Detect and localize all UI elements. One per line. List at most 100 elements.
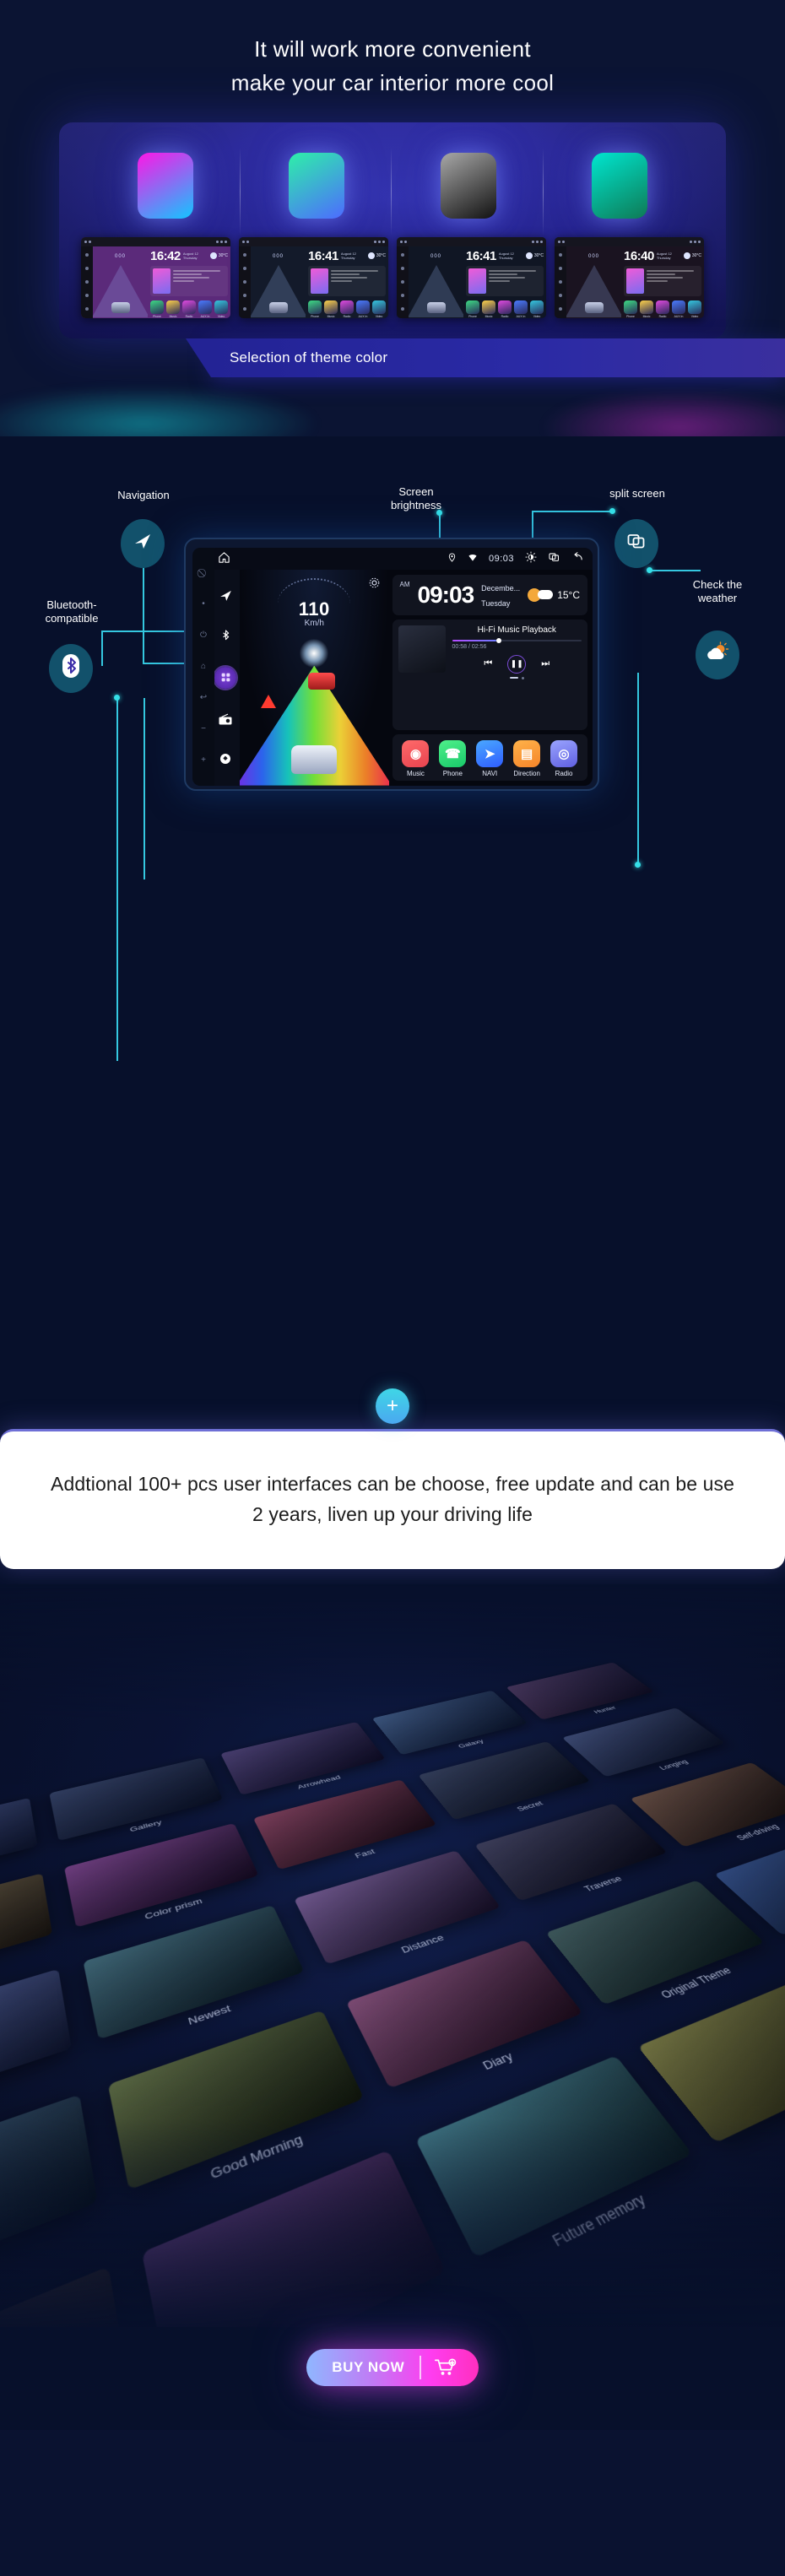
collage-thumbnail	[506, 1662, 654, 1720]
thumb-road: 000	[251, 246, 306, 318]
callout-split-screen[interactable]	[614, 518, 658, 568]
power-icon[interactable]: ⏻	[200, 630, 207, 640]
widgets-pane: AM 09:03 Decembe... Tuesday 15°C Hi-Fi M…	[389, 570, 593, 786]
theme-swatch-cell	[89, 152, 241, 219]
theme-swatch-teal-green[interactable]	[592, 152, 648, 219]
back-icon[interactable]	[571, 551, 584, 566]
buy-now-label: BUY NOW	[332, 2359, 405, 2376]
theme-thumbnail[interactable]: 000 16:41 August 12 Thursday 30°C Phone Music R…	[397, 236, 546, 318]
collage-tile[interactable]: Future memory	[415, 2055, 709, 2284]
collage-thumbnail	[474, 1803, 668, 1902]
app-shortcut-radio[interactable]: ◎ Radio	[549, 739, 579, 777]
features-section: Navigation Screen brightness split scree…	[0, 436, 785, 1796]
bluetooth-icon	[58, 652, 84, 684]
callout-bluetooth[interactable]	[49, 643, 93, 693]
app-shortcut-music[interactable]: ◉ Music	[400, 739, 430, 777]
theme-thumbnail[interactable]: 000 16:40 August 12 Thursday 30°C Phone Music R…	[555, 236, 704, 318]
collage-thumbnail	[561, 1707, 725, 1778]
head-unit-device: ⃠•⏻⌂↩−+ 09:03	[184, 537, 599, 791]
connector-line-weather	[650, 569, 701, 571]
thumb-app: Video	[530, 300, 544, 318]
bluetooth-icon[interactable]	[218, 627, 233, 642]
head-unit-screen: 09:03 110 Km/h AM 09:03 Decembe... Tuesd…	[211, 547, 593, 786]
back-icon[interactable]: ↩	[200, 693, 207, 702]
thumb-app: Music	[640, 300, 653, 318]
weather-cloud-icon	[538, 590, 554, 600]
split-screen-icon[interactable]	[548, 551, 560, 566]
callout-label-weather: Check the weather	[692, 577, 743, 604]
promo-card: Addtional 100+ pcs user interfaces can b…	[0, 1428, 785, 1570]
home-icon[interactable]: ⌂	[201, 662, 206, 671]
clock-ampm: AM	[399, 580, 410, 588]
next-icon[interactable]: ⏭	[541, 658, 550, 669]
thumb-app: Music	[482, 300, 495, 318]
collage-tile[interactable]: Plain	[0, 2265, 141, 2328]
page-indicator	[452, 676, 582, 679]
thumb-road: 000	[409, 246, 463, 318]
radio-icon[interactable]	[218, 712, 233, 728]
theme-swatch-green-blue[interactable]	[289, 152, 345, 219]
thumb-app: Radio	[656, 300, 669, 318]
volume-down-icon[interactable]: −	[201, 724, 206, 733]
thumb-app: Phone	[624, 300, 637, 318]
callout-label-navigation: Navigation	[117, 488, 170, 501]
navigation-icon: ➤	[476, 739, 504, 767]
pause-icon[interactable]: ❚❚	[507, 654, 527, 674]
connector-line-secondary	[116, 697, 118, 1061]
app-shortcut-navi[interactable]: ➤ NAVI	[474, 739, 505, 777]
gear-icon[interactable]	[368, 576, 381, 593]
headline-line-1: It will work more convenient	[254, 36, 531, 62]
thumb-app: Radio	[182, 300, 196, 318]
theme-swatch-cell	[542, 147, 696, 235]
player-progress-bar[interactable]	[452, 637, 582, 643]
previous-icon[interactable]: ⏮	[484, 658, 492, 669]
theme-thumbnail[interactable]: 000 16:42 August 12 Thursday 30°C Phone Music R…	[81, 236, 230, 318]
theme-swatch-grey-black[interactable]	[440, 152, 496, 219]
thumb-status-bar	[239, 236, 388, 246]
collage-tile[interactable]: Longing	[561, 1707, 736, 1785]
app-shortcut-phone[interactable]: ☎ Phone	[437, 739, 468, 777]
theme-caption: Selection of theme color	[230, 349, 388, 365]
callout-weather[interactable]	[696, 630, 739, 679]
collage-thumbnail	[415, 2055, 692, 2258]
theme-thumbnail[interactable]: 000 16:41 August 12 Thursday 30°C Phone Music R…	[239, 236, 388, 318]
player-transport: ⏮ ❚❚ ⏭	[452, 654, 582, 674]
theme-panel: 000 16:42 August 12 Thursday 30°C Phone Music R…	[59, 122, 726, 338]
headlight-glow	[300, 638, 329, 668]
theme-swatch-row	[81, 146, 704, 237]
thumb-app: Phone	[308, 300, 322, 318]
screen-side-dock	[211, 569, 240, 786]
wifi-icon	[468, 553, 478, 565]
thumb-app: Video	[214, 300, 228, 318]
connector-dot-split	[609, 507, 615, 514]
signal-icon[interactable]: •	[202, 599, 205, 609]
settings-icon[interactable]	[218, 751, 233, 766]
player-controls-area: Hi-Fi Music Playback 00:58 / 02:56 ⏮ ❚❚ …	[452, 625, 582, 724]
apps-grid-icon[interactable]	[214, 666, 236, 689]
ego-car-graphic	[291, 744, 338, 774]
collage-thumbnail	[545, 1880, 765, 2005]
callout-navigation[interactable]	[121, 518, 165, 568]
navigation-icon[interactable]	[218, 588, 233, 603]
screen-body: 110 Km/h AM 09:03 Decembe... Tuesday 15°…	[211, 569, 593, 786]
clock-weekday: Tuesday	[481, 598, 511, 608]
thumb-app: AUX In	[672, 300, 685, 318]
volume-up-icon[interactable]: +	[201, 755, 206, 765]
buy-now-button[interactable]: BUY NOW	[306, 2349, 479, 2387]
theme-swatch-magenta-blue[interactable]	[137, 152, 193, 219]
gauge-unit: Km/h	[304, 618, 324, 628]
shopping-cart-plus-icon	[421, 2358, 479, 2377]
location-icon	[447, 553, 457, 565]
theme-collage-grid: Online ThemeGalleryArrowheadGalaxyHunter…	[0, 1662, 785, 2328]
music-player-widget[interactable]: Hi-Fi Music Playback 00:58 / 02:56 ⏮ ❚❚ …	[392, 619, 587, 730]
buy-section: BUY NOW	[0, 2327, 785, 2431]
home-icon[interactable]	[218, 551, 230, 566]
app-shortcut-direction[interactable]: ▤ Direction	[512, 739, 542, 777]
plus-icon[interactable]: +	[376, 1388, 409, 1424]
connector-dot-secondary	[114, 694, 120, 701]
theme-caption-wrap: Selection of theme color	[0, 338, 785, 377]
brightness-icon[interactable]	[525, 551, 537, 566]
app-shortcut-label: Direction	[513, 769, 540, 777]
theme-collage-section: Online ThemeGalleryArrowheadGalaxyHunter…	[0, 1584, 785, 2328]
clock-weather-widget[interactable]: AM 09:03 Decembe... Tuesday 15°C	[392, 574, 587, 615]
